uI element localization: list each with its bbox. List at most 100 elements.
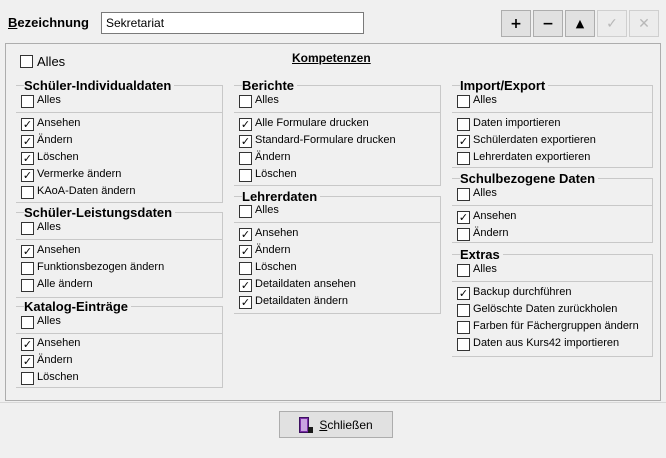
- triangle-up-icon: ▲: [575, 17, 585, 30]
- checkbox-label: Vermerke ändern: [37, 168, 122, 180]
- checkbox-label: Farben für Fächergruppen ändern: [473, 320, 639, 332]
- schueler-individual-aendern-checkbox[interactable]: ✓: [21, 135, 34, 148]
- cancel-button[interactable]: ✕: [629, 10, 659, 37]
- checkbox-label: Alles: [37, 315, 61, 327]
- schuelerdaten-exportieren-checkbox[interactable]: ✓: [457, 135, 470, 148]
- schulbezogene-aendern-checkbox[interactable]: [457, 228, 470, 241]
- lehrerdaten-detail-ansehen-checkbox[interactable]: ✓: [239, 279, 252, 292]
- check-icon: ✓: [458, 135, 469, 148]
- checkbox-label: Detaildaten ändern: [255, 295, 348, 307]
- group-title-lehrerdaten: Lehrerdaten: [242, 189, 321, 204]
- bezeichnung-input[interactable]: [101, 12, 364, 34]
- katalog-alles-checkbox[interactable]: [21, 316, 34, 329]
- group-title-schueler-leistungsdaten: Schüler-Leistungsdaten: [24, 205, 176, 220]
- check-icon: ✓: [240, 245, 251, 258]
- schulbezogene-ansehen-checkbox[interactable]: ✓: [457, 211, 470, 224]
- check-icon: ✓: [240, 228, 251, 241]
- check-icon: ✓: [22, 152, 33, 165]
- checkbox-label: Alles: [255, 94, 279, 106]
- group-title-schulbezogene-daten: Schulbezogene Daten: [460, 171, 599, 186]
- lehrerdaten-exportieren-checkbox[interactable]: [457, 152, 470, 165]
- berichte-alle-formulare-checkbox[interactable]: ✓: [239, 118, 252, 131]
- minus-icon: −: [542, 15, 554, 32]
- schueler-individual-loeschen-checkbox[interactable]: ✓: [21, 152, 34, 165]
- checkbox-label: Alle ändern: [37, 278, 93, 290]
- schueler-leistung-funktionsbezogen-checkbox[interactable]: [21, 262, 34, 275]
- import-export-alles-checkbox[interactable]: [457, 95, 470, 108]
- checkbox-label: Ansehen: [473, 210, 517, 222]
- check-icon: ✓: [240, 279, 251, 292]
- lehrerdaten-detail-aendern-checkbox[interactable]: ✓: [239, 296, 252, 309]
- checkbox-label: Detaildaten ansehen: [255, 278, 356, 290]
- checkbox-label: Löschen: [255, 261, 297, 273]
- alles-checkbox[interactable]: [20, 55, 33, 68]
- check-icon: ✓: [458, 287, 469, 300]
- group-title-extras: Extras: [460, 247, 503, 262]
- checkbox-label: Alles: [473, 94, 497, 106]
- backup-checkbox[interactable]: ✓: [457, 287, 470, 300]
- move-up-button[interactable]: ▲: [565, 10, 595, 37]
- checkbox-label: Funktionsbezogen ändern: [37, 261, 165, 273]
- katalog-loeschen-checkbox[interactable]: [21, 372, 34, 385]
- schueler-leistung-alles-checkbox[interactable]: [21, 222, 34, 235]
- check-icon: ✓: [22, 118, 33, 131]
- extras-alles-checkbox[interactable]: [457, 264, 470, 277]
- check-icon: ✓: [240, 296, 251, 309]
- x-icon: ✕: [638, 15, 650, 32]
- schueler-individual-vermerke-checkbox[interactable]: ✓: [21, 169, 34, 182]
- checkbox-label: Gelöschte Daten zurückholen: [473, 303, 618, 315]
- lehrerdaten-aendern-checkbox[interactable]: ✓: [239, 245, 252, 258]
- lehrerdaten-loeschen-checkbox[interactable]: [239, 262, 252, 275]
- alles-label: Alles: [37, 54, 66, 69]
- lehrerdaten-ansehen-checkbox[interactable]: ✓: [239, 228, 252, 241]
- checkbox-label: Alles: [37, 221, 61, 233]
- katalog-ansehen-checkbox[interactable]: ✓: [21, 338, 34, 351]
- farben-faechergruppen-checkbox[interactable]: [457, 321, 470, 334]
- schueler-leistung-alle-aendern-checkbox[interactable]: [21, 279, 34, 292]
- checkbox-label: Löschen: [37, 151, 79, 163]
- checkbox-label: Ändern: [473, 227, 509, 239]
- door-exit-icon: [299, 416, 314, 433]
- group-title-katalog-eintraege: Katalog-Einträge: [24, 299, 132, 314]
- check-icon: ✓: [22, 338, 33, 351]
- check-icon: ✓: [458, 211, 469, 224]
- kompetenzen-title: Kompetenzen: [292, 51, 371, 65]
- berichte-standard-formulare-checkbox[interactable]: ✓: [239, 135, 252, 148]
- check-icon: ✓: [22, 355, 33, 368]
- lehrerdaten-alles-checkbox[interactable]: [239, 205, 252, 218]
- checkbox-label: Ansehen: [37, 337, 81, 349]
- checkbox-label: Löschen: [37, 371, 79, 383]
- add-button[interactable]: +: [501, 10, 531, 37]
- katalog-aendern-checkbox[interactable]: ✓: [21, 355, 34, 368]
- plus-icon: +: [510, 15, 522, 32]
- checkbox-label: Daten importieren: [473, 117, 561, 129]
- check-icon: ✓: [22, 135, 33, 148]
- group-title-berichte: Berichte: [242, 78, 298, 93]
- checkbox-label: Ändern: [255, 244, 291, 256]
- checkbox-label: Alle Formulare drucken: [255, 117, 369, 129]
- schueler-individual-ansehen-checkbox[interactable]: ✓: [21, 118, 34, 131]
- berichte-alles-checkbox[interactable]: [239, 95, 252, 108]
- checkbox-label: Löschen: [255, 168, 297, 180]
- check-icon: ✓: [240, 135, 251, 148]
- checkbox-label: Backup durchführen: [473, 286, 572, 298]
- schueler-individual-alles-checkbox[interactable]: [21, 95, 34, 108]
- berichte-aendern-checkbox[interactable]: [239, 152, 252, 165]
- check-icon: ✓: [22, 169, 33, 182]
- berichte-loeschen-checkbox[interactable]: [239, 169, 252, 182]
- remove-button[interactable]: −: [533, 10, 563, 37]
- checkbox-label: Alles: [473, 187, 497, 199]
- schueler-individual-kaoa-checkbox[interactable]: [21, 186, 34, 199]
- group-title-schueler-individualdaten: Schüler-Individualdaten: [24, 78, 175, 93]
- checkbox-label: Alles: [255, 204, 279, 216]
- close-button[interactable]: Schließen: [279, 411, 393, 438]
- checkbox-label: KAoA-Daten ändern: [37, 185, 136, 197]
- checkbox-label: Alles: [37, 94, 61, 106]
- geloeschte-daten-checkbox[interactable]: [457, 304, 470, 317]
- apply-button[interactable]: ✓: [597, 10, 627, 37]
- kurs42-import-checkbox[interactable]: [457, 338, 470, 351]
- schueler-leistung-ansehen-checkbox[interactable]: ✓: [21, 245, 34, 258]
- schulbezogene-alles-checkbox[interactable]: [457, 188, 470, 201]
- daten-importieren-checkbox[interactable]: [457, 118, 470, 131]
- checkbox-label: Standard-Formulare drucken: [255, 134, 396, 146]
